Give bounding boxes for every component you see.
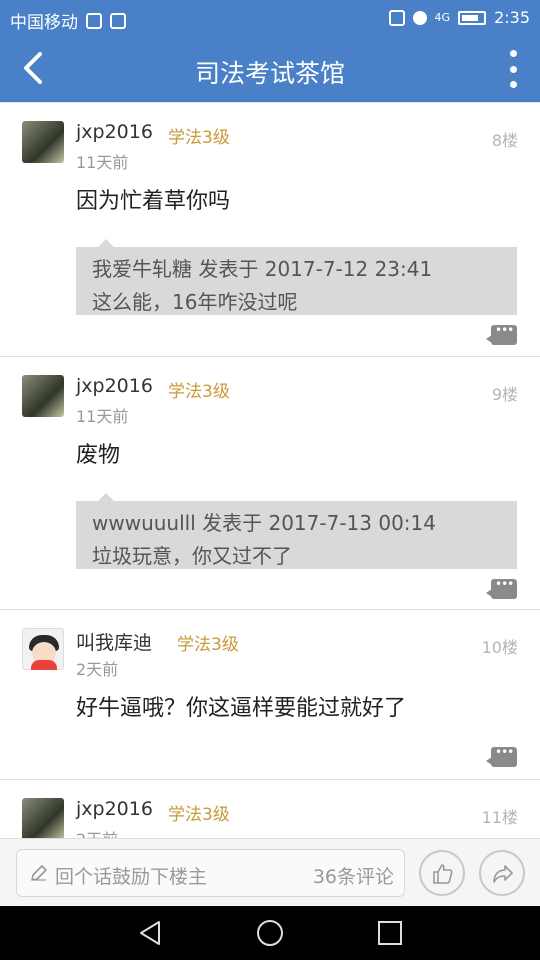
reply-item: 叫我库迪 学法3级 2天前 10楼 好牛逼哦？你这逼样要能过就好了 [0,610,540,780]
carrier-label: 中国移动 [10,13,78,33]
share-icon [493,865,513,883]
reply-item: jxp2016 学法3级 2天前 11楼 [0,780,540,838]
floor-number: 9楼 [491,385,518,404]
comment-bar: 回个话鼓励下楼主 36条评论 [0,838,540,906]
more-dot-icon [509,81,517,88]
quoted-reply: wwwuuulll 发表于 2017-7-13 00:14 垃圾玩意，你又过不了 [76,493,517,569]
avatar[interactable] [22,628,64,670]
floor-number: 11楼 [481,808,518,827]
username[interactable]: jxp2016 [76,121,153,143]
nav-recents-icon[interactable] [376,919,404,947]
post-time: 2天前 [76,826,118,838]
nav-back-icon[interactable] [137,919,165,947]
app-notification-icon [110,12,126,29]
reply-content: 好牛逼哦？你这逼样要能过就好了 [76,696,407,721]
reply-item: jxp2016 学法3级 11天前 8楼 因为忙着草你吗 我爱牛轧糖 发表于 2… [0,103,540,357]
avatar[interactable] [22,121,64,163]
comment-count[interactable]: 36条评论 [313,862,394,889]
quote-meta: 我爱牛轧糖 发表于 2017-7-12 23:41 [92,257,433,281]
avatar[interactable] [22,798,64,838]
user-level-badge: 学法3级 [168,382,230,402]
nav-home-icon[interactable] [256,919,284,947]
user-level-badge: 学法3级 [168,805,230,825]
reply-item: jxp2016 学法3级 11天前 9楼 废物 wwwuuulll 发表于 20… [0,357,540,610]
reply-comment-icon[interactable] [486,323,517,345]
comment-input[interactable]: 回个话鼓励下楼主 36条评论 [16,849,405,897]
more-dot-icon [509,65,517,73]
floor-number: 10楼 [481,638,518,657]
more-menu-button[interactable] [506,50,520,88]
system-nav-bar [0,906,540,960]
post-time: 11天前 [76,407,129,426]
quote-text: 这么能，16年咋没过呢 [92,290,298,314]
status-bar: 中国移动 4G 2:35 [0,0,540,36]
floor-number: 8楼 [491,131,518,150]
vibrate-icon [388,9,405,26]
quoted-reply: 我爱牛轧糖 发表于 2017-7-12 23:41 这么能，16年咋没过呢 [76,239,517,315]
quote-text: 垃圾玩意，你又过不了 [92,544,292,568]
page-title: 司法考试茶馆 [194,59,345,88]
notification-icon [86,12,102,29]
reply-content: 因为忙着草你吗 [76,189,231,214]
post-time: 11天前 [76,153,129,172]
post-time: 2天前 [76,660,119,679]
username[interactable]: 叫我库迪 [76,628,152,655]
user-level-badge: 学法3级 [177,635,239,655]
title-bar: 司法考试茶馆 [0,36,540,102]
username[interactable]: jxp2016 [76,798,153,820]
username[interactable]: jxp2016 [76,375,153,397]
share-button[interactable] [479,850,525,896]
pencil-icon [31,865,47,881]
comment-placeholder: 回个话鼓励下楼主 [55,866,208,888]
reply-comment-icon[interactable] [486,577,517,599]
battery-icon [458,10,487,25]
user-level-badge: 学法3级 [168,128,230,148]
network-label: 4G [434,11,451,24]
quote-meta: wwwuuulll 发表于 2017-7-13 00:14 [92,511,436,535]
reply-comment-icon[interactable] [486,745,517,767]
reply-list[interactable]: jxp2016 学法3级 11天前 8楼 因为忙着草你吗 我爱牛轧糖 发表于 2… [0,102,540,838]
more-dot-icon [509,50,517,57]
avatar[interactable] [22,375,64,417]
clock: 2:35 [494,8,530,27]
thumbs-up-icon [433,864,453,884]
like-button[interactable] [419,850,465,896]
alarm-icon [412,10,427,25]
reply-content: 废物 [76,443,121,468]
